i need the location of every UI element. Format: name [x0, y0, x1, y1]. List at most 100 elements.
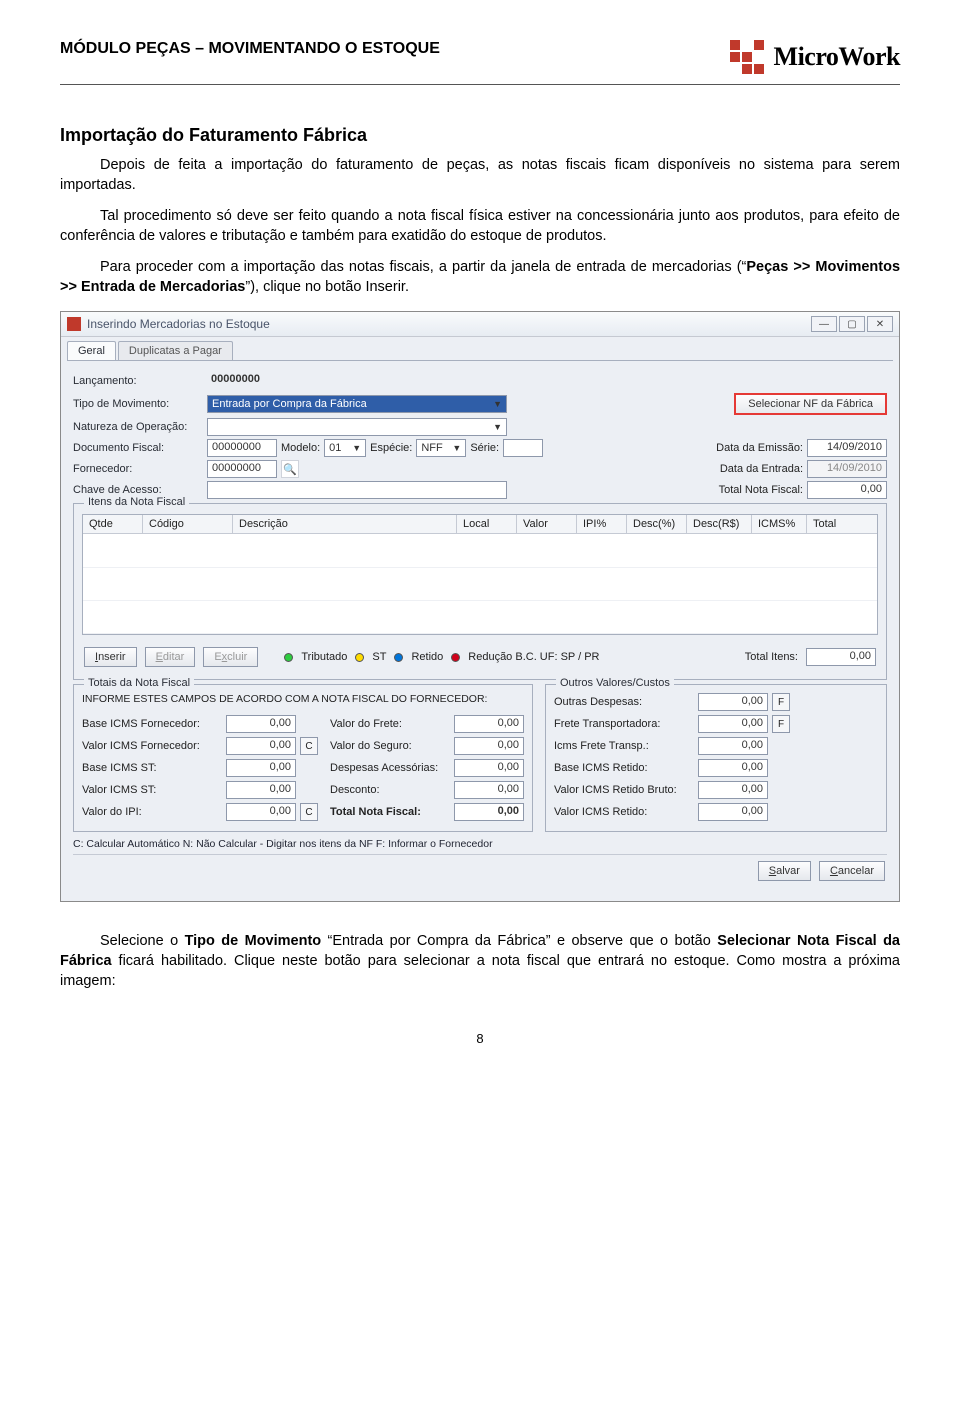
page-number: 8 [60, 1031, 900, 1046]
especie-label: Espécie: [370, 442, 412, 454]
ft-a: Selecione o [100, 933, 185, 949]
p3-post: ”), clique no botão Inserir. [245, 279, 409, 295]
legend-st: ST [372, 651, 386, 663]
total-nota-fiscal-label: Total Nota Fiscal: [330, 806, 450, 818]
valor-frete-label: Valor do Frete: [330, 718, 450, 730]
despesas-acessorias-input[interactable]: 0,00 [454, 759, 524, 777]
data-entrada-label: Data da Entrada: [720, 463, 803, 475]
base-icms-retido-input[interactable]: 0,00 [698, 759, 768, 777]
natureza-operacao-label: Natureza de Operação: [73, 421, 203, 433]
especie-value: NFF [421, 442, 442, 454]
th-total: Total [807, 515, 877, 533]
dot-tributado-icon [284, 653, 293, 662]
cancelar-button[interactable]: Cancelar [819, 861, 885, 881]
documento-fiscal-label: Documento Fiscal: [73, 442, 203, 454]
excluir-button[interactable]: Excluir [203, 647, 258, 667]
itens-tbody [83, 534, 877, 634]
total-nota-fiscal-input[interactable]: 0,00 [454, 803, 524, 821]
salvar-button[interactable]: Salvar [758, 861, 811, 881]
legend-reducao: Redução B.C. UF: SP / PR [468, 651, 599, 663]
data-emissao-label: Data da Emissão: [716, 442, 803, 454]
p3-pre: Para proceder com a importação das notas… [100, 259, 746, 275]
th-descricao: Descrição [233, 515, 457, 533]
module-title: MÓDULO PEÇAS – MOVIMENTANDO O ESTOQUE [60, 40, 440, 58]
especie-select[interactable]: NFF ▼ [416, 439, 466, 457]
base-icms-retido-label: Base ICMS Retido: [554, 762, 694, 774]
tab-duplicatas[interactable]: Duplicatas a Pagar [118, 341, 233, 360]
outras-despesas-input[interactable]: 0,00 [698, 693, 768, 711]
dropdown-icon: ▼ [452, 443, 461, 453]
valor-icms-st-input[interactable]: 0,00 [226, 781, 296, 799]
total-itens-label: Total Itens: [745, 651, 798, 663]
base-icms-st-input[interactable]: 0,00 [226, 759, 296, 777]
th-valor: Valor [517, 515, 577, 533]
minimize-button[interactable]: — [811, 316, 837, 332]
app-icon [67, 317, 81, 331]
outras-despesas-label: Outras Despesas: [554, 696, 694, 708]
base-icms-st-label: Base ICMS ST: [82, 762, 222, 774]
th-icms: ICMS% [752, 515, 807, 533]
selecionar-nf-button[interactable]: Selecionar NF da Fábrica [734, 393, 887, 415]
modelo-label: Modelo: [281, 442, 320, 454]
brand-name: MicroWork [774, 42, 900, 72]
fornecedor-label: Fornecedor: [73, 463, 203, 475]
totais-instruction: INFORME ESTES CAMPOS DE ACORDO COM A NOT… [82, 693, 524, 705]
brand-logo: MicroWork [730, 40, 900, 74]
data-emissao-input[interactable]: 14/09/2010 [807, 439, 887, 457]
valor-frete-input[interactable]: 0,00 [454, 715, 524, 733]
calc-c-button[interactable]: C [300, 737, 318, 755]
tipo-movimento-value: Entrada por Compra da Fábrica [212, 398, 367, 410]
valor-seguro-label: Valor do Seguro: [330, 740, 450, 752]
data-entrada-input: 14/09/2010 [807, 460, 887, 478]
legend-tributado: Tributado [301, 651, 347, 663]
valor-seguro-input[interactable]: 0,00 [454, 737, 524, 755]
calc-c-button-2[interactable]: C [300, 803, 318, 821]
itens-title: Itens da Nota Fiscal [84, 496, 189, 508]
dropdown-icon: ▼ [352, 443, 361, 453]
chave-acesso-input[interactable] [207, 481, 507, 499]
search-icon[interactable]: 🔍 [281, 460, 299, 478]
calc-f-button[interactable]: F [772, 693, 790, 711]
editar-button[interactable]: Editar [145, 647, 196, 667]
tipo-movimento-select[interactable]: Entrada por Compra da Fábrica ▼ [207, 395, 507, 413]
frete-transportadora-input[interactable]: 0,00 [698, 715, 768, 733]
valor-icms-forn-input[interactable]: 0,00 [226, 737, 296, 755]
close-button[interactable]: ✕ [867, 316, 893, 332]
natureza-operacao-select[interactable]: ▼ [207, 418, 507, 436]
outros-valores-title: Outros Valores/Custos [556, 677, 674, 689]
maximize-button[interactable]: ▢ [839, 316, 865, 332]
valor-icms-retido-bruto-input[interactable]: 0,00 [698, 781, 768, 799]
dot-reducao-icon [451, 653, 460, 662]
serie-input[interactable] [503, 439, 543, 457]
paragraph-1: Depois de feita a importação do faturame… [60, 156, 900, 195]
total-nota-input[interactable]: 0,00 [807, 481, 887, 499]
valor-ipi-input[interactable]: 0,00 [226, 803, 296, 821]
inserir-button[interactable]: IInserirnserir [84, 647, 137, 667]
totais-title: Totais da Nota Fiscal [84, 677, 194, 689]
dot-retido-icon [394, 653, 403, 662]
itens-table: Qtde Código Descrição Local Valor IPI% D… [82, 514, 878, 635]
footer-paragraph: Selecione o Tipo de Movimento “Entrada p… [60, 932, 900, 991]
dropdown-icon: ▼ [493, 422, 502, 432]
dropdown-icon: ▼ [493, 399, 502, 409]
calc-f-button-2[interactable]: F [772, 715, 790, 733]
tab-geral[interactable]: Geral [67, 341, 116, 360]
icms-frete-transp-input[interactable]: 0,00 [698, 737, 768, 755]
ft-c: “Entrada por Compra da Fábrica” e observ… [321, 933, 717, 949]
documento-fiscal-input[interactable]: 00000000 [207, 439, 277, 457]
ft-b: Tipo de Movimento [185, 933, 322, 949]
modelo-select[interactable]: 01 ▼ [324, 439, 366, 457]
desconto-input[interactable]: 0,00 [454, 781, 524, 799]
base-icms-forn-input[interactable]: 0,00 [226, 715, 296, 733]
tipo-movimento-label: Tipo de Movimento: [73, 398, 203, 410]
fornecedor-input[interactable]: 00000000 [207, 460, 277, 478]
window-title: Inserindo Mercadorias no Estoque [87, 317, 270, 331]
total-nota-label: Total Nota Fiscal: [719, 484, 803, 496]
paragraph-2: Tal procedimento só deve ser feito quand… [60, 207, 900, 246]
serie-label: Série: [470, 442, 499, 454]
frete-transportadora-label: Frete Transportadora: [554, 718, 694, 730]
th-ipi: IPI% [577, 515, 627, 533]
lancamento-value: 00000000 [207, 372, 297, 390]
valor-icms-retido-input[interactable]: 0,00 [698, 803, 768, 821]
titlebar: Inserindo Mercadorias no Estoque — ▢ ✕ [61, 312, 899, 337]
